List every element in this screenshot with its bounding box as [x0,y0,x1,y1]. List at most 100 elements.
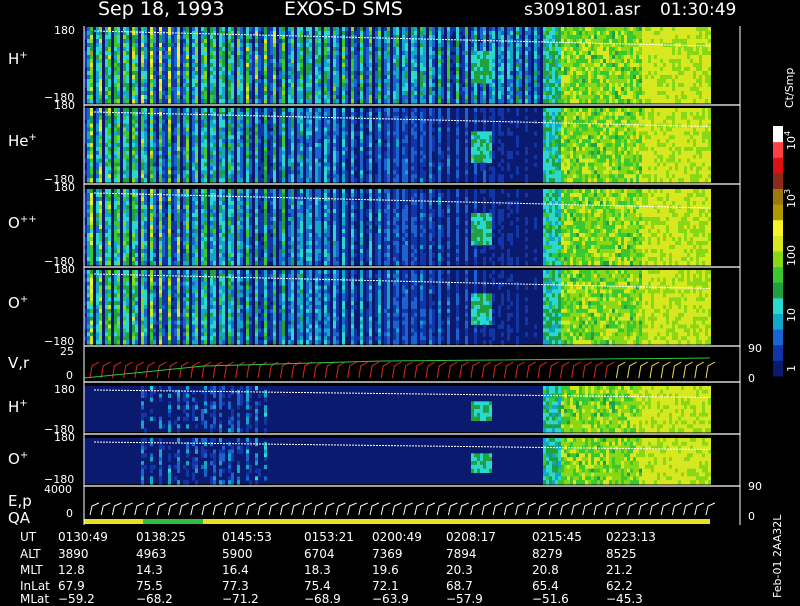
heatmap-cell [480,71,483,76]
heatmap-cell [291,127,294,131]
heatmap-cell [123,27,126,32]
heatmap-cell [219,143,222,147]
heatmap-cell [516,83,519,88]
heatmap-cell [573,43,576,48]
heatmap-cell [429,71,432,76]
heatmap-cell [474,135,477,139]
heatmap-cell [213,91,216,96]
heatmap-cell [114,47,117,52]
heatmap-cell [117,127,120,131]
heatmap-cell [534,95,537,100]
heatmap-cell [279,139,282,143]
heatmap-cell [114,147,117,151]
heatmap-cell [555,83,558,88]
heatmap-cell [423,143,426,147]
heatmap-cell [99,135,102,139]
heatmap-cell [228,71,231,76]
heatmap-cell [558,163,561,167]
heatmap-cell [549,35,552,40]
heatmap-cell [159,47,162,52]
heatmap-cell [228,155,231,159]
heatmap-cell [702,51,705,56]
heatmap-cell [249,71,252,76]
heatmap-cell [171,147,174,151]
heatmap-cell [420,108,423,112]
heatmap-cell [567,67,570,72]
heatmap-cell [240,71,243,76]
heatmap-cell [402,131,405,135]
heatmap-cell [336,91,339,96]
heatmap-cell [507,91,510,96]
heatmap-cell [585,51,588,56]
heatmap-cell [318,75,321,80]
heatmap-cell [162,166,165,170]
heatmap-cell [192,135,195,139]
heatmap-cell [318,131,321,135]
heatmap-cell [675,27,678,32]
heatmap-cell [672,71,675,76]
heatmap-cell [192,95,195,100]
heatmap-cell [474,83,477,88]
heatmap-cell [546,166,549,170]
heatmap-cell [603,75,606,80]
heatmap-cell [288,170,291,174]
heatmap-cell [255,59,258,64]
heatmap-cell [564,147,567,151]
heatmap-cell [354,131,357,135]
heatmap-cell [132,147,135,151]
heatmap-cell [255,174,258,178]
heatmap-cell [123,75,126,80]
heatmap-cell [498,55,501,60]
heatmap-cell [126,166,129,170]
heatmap-cell [258,178,261,182]
heatmap-cell [564,151,567,155]
heatmap-cell [633,31,636,36]
heatmap-cell [360,159,363,163]
heatmap-cell [660,47,663,52]
heatmap-cell [105,163,108,167]
heatmap-cell [240,35,243,40]
heatmap-cell [534,39,537,44]
heatmap-cell [354,43,357,48]
heatmap-cell [402,67,405,72]
heatmap-cell [462,47,465,52]
heatmap-cell [396,112,399,116]
heatmap-cell [690,83,693,88]
heatmap-cell [378,27,381,32]
heatmap-cell [684,71,687,76]
heatmap-cell [174,116,177,120]
heatmap-cell [177,83,180,88]
heatmap-cell [228,163,231,167]
heatmap-cell [126,120,129,124]
heatmap-cell [603,99,606,104]
heatmap-cell [192,166,195,170]
heatmap-cell [201,127,204,131]
heatmap-cell [420,91,423,96]
heatmap-cell [249,67,252,72]
heatmap-cell [411,139,414,143]
heatmap-cell [246,166,249,170]
heatmap-cell [456,35,459,40]
heatmap-cell [393,55,396,60]
heatmap-cell [150,59,153,64]
heatmap-cell [132,39,135,44]
heatmap-cell [510,31,513,36]
heatmap-cell [477,55,480,60]
heatmap-cell [252,71,255,76]
heatmap-cell [171,47,174,52]
heatmap-cell [255,35,258,40]
heatmap-cell [549,170,552,174]
heatmap-cell [402,59,405,64]
heatmap-cell [507,31,510,36]
heatmap-cell [645,83,648,88]
heatmap-cell [333,27,336,32]
heatmap-cell [267,87,270,92]
heatmap-cell [135,43,138,48]
heatmap-cell [195,151,198,155]
heatmap-cell [669,99,672,104]
heatmap-cell [579,31,582,36]
heatmap-cell [144,163,147,167]
heatmap-cell [438,99,441,104]
heatmap-cell [135,170,138,174]
heatmap-cell [135,83,138,88]
